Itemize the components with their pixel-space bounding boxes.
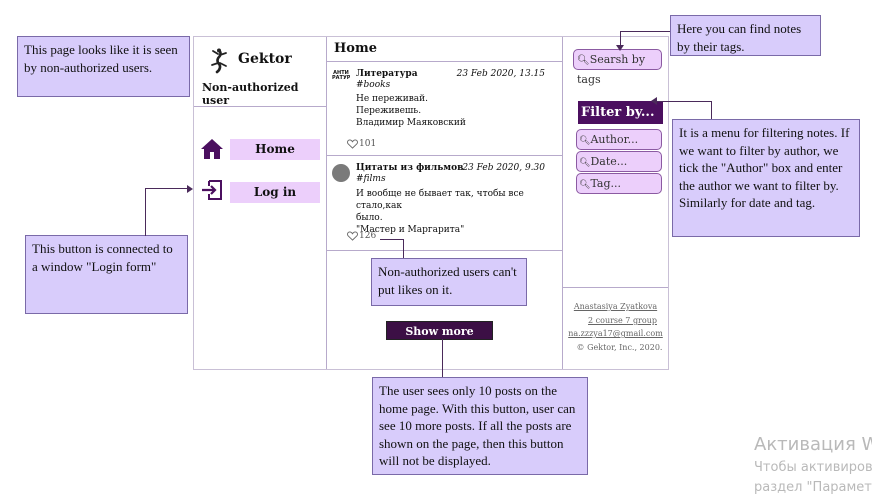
activation-watermark-line: Чтобы активиров	[754, 460, 872, 475]
nav-home-button[interactable]: Home	[230, 139, 320, 160]
post-text: И вообще не бывает так, чтобы все стало,…	[356, 188, 546, 236]
search-tags-button[interactable]: 🔍︎Searsh by tags	[573, 49, 662, 86]
heart-icon	[347, 231, 358, 241]
arrow-head	[651, 97, 657, 105]
connector-line	[403, 239, 404, 258]
post-likes: 101	[347, 139, 376, 149]
note-filter-menu: It is a menu for filtering notes. If we …	[672, 119, 860, 237]
likes-count: 126	[359, 231, 377, 241]
filter-date-button[interactable]: 🔍︎Date...	[576, 151, 662, 172]
right-sidebar: 🔍︎Searsh by tags Filter by... 🔍︎Author..…	[563, 37, 668, 369]
post-author[interactable]: Литература	[356, 69, 418, 79]
connector-line	[145, 188, 146, 236]
post-text-line: было.	[356, 213, 383, 223]
search-icon: 🔍︎	[579, 158, 591, 168]
connector-line	[657, 101, 712, 102]
home-icon[interactable]	[200, 137, 224, 161]
note-non-authorized: This page looks like it is seen by non-a…	[17, 36, 190, 97]
search-icon: 🔍︎	[579, 180, 591, 190]
post-avatar: АНТИ РАТУРА	[332, 70, 350, 88]
footer-author-link[interactable]: Anastasiya Zyatkova	[563, 302, 668, 311]
post-text-line: И вообще не бывает так, чтобы все стало,…	[356, 189, 524, 211]
footer-email-link[interactable]: na.zzzya17@gmail.com	[563, 329, 668, 338]
post-tag[interactable]: #books	[356, 80, 390, 90]
connector-line	[442, 339, 443, 377]
activation-watermark-title: Активация W	[754, 434, 872, 455]
filter-author-button[interactable]: 🔍︎Author...	[576, 129, 662, 150]
note-search-tags: Here you can find notes by their tags.	[670, 15, 821, 56]
page-title: Home	[334, 41, 377, 56]
post-text-line: "Мастер и Маргарита"	[356, 225, 465, 235]
post-date: 23 Feb 2020, 9.30	[462, 163, 545, 173]
connector-line	[711, 101, 712, 119]
filter-author-label: Author...	[590, 133, 639, 146]
search-icon: 🔍︎	[579, 136, 591, 146]
note-show-more: The user sees only 10 posts on the home …	[372, 377, 588, 475]
heart-icon	[347, 139, 358, 149]
post-text-line: Переживешь.	[356, 106, 422, 116]
filter-tag-label: Tag...	[590, 177, 622, 190]
connector-line	[145, 188, 190, 189]
note-login-button: This button is connected to a window "Lo…	[25, 235, 188, 314]
avatar-text: АНТИ РАТУРА	[332, 70, 350, 81]
post-text: Не переживай. Переживешь. Владимир Маяко…	[356, 93, 546, 129]
arrow-head	[616, 45, 624, 51]
post-tag[interactable]: #films	[356, 174, 386, 184]
note-likes: Non-authorized users can't put likes on …	[371, 258, 527, 306]
post-likes: 126	[347, 231, 376, 241]
post-date: 23 Feb 2020, 13.15	[456, 69, 545, 79]
post-text-line: Не переживай.	[356, 94, 429, 104]
footer-divider	[563, 287, 668, 288]
filter-tag-button[interactable]: 🔍︎Tag...	[576, 173, 662, 194]
post-card: Цитаты из фильмов 23 Feb 2020, 9.30 #fil…	[327, 156, 563, 251]
post-card: АНТИ РАТУРА Литература 23 Feb 2020, 13.1…	[327, 62, 563, 156]
footer-group-link[interactable]: 2 course 7 group	[563, 316, 668, 325]
footer-copyright: © Gektor, Inc., 2020.	[576, 343, 663, 352]
left-sidebar: Gektor Non-authorized user Home Log in	[194, 37, 327, 369]
connector-line	[620, 31, 670, 32]
nav-login-button[interactable]: Log in	[230, 182, 320, 203]
connector-line	[380, 239, 404, 240]
brand-block: Gektor Non-authorized user	[194, 37, 327, 107]
show-more-button[interactable]: Show more	[386, 321, 493, 340]
filter-date-label: Date...	[590, 155, 628, 168]
post-author[interactable]: Цитаты из фильмов	[356, 163, 463, 173]
search-icon: 🔍︎	[577, 55, 590, 66]
gecko-icon	[211, 48, 227, 74]
activation-watermark-line: раздел "Парамет	[754, 480, 872, 495]
login-icon[interactable]	[200, 178, 224, 202]
post-avatar	[332, 164, 350, 182]
user-role-label: Non-authorized user	[202, 81, 299, 107]
main-feed: Home АНТИ РАТУРА Литература 23 Feb 2020,…	[327, 37, 563, 369]
likes-count: 101	[359, 139, 377, 149]
arrow-head	[187, 185, 193, 193]
post-text-line: Владимир Маяковский	[356, 118, 466, 128]
app-window: Gektor Non-authorized user Home Log in H…	[193, 36, 669, 370]
brand-name: Gektor	[238, 51, 292, 67]
